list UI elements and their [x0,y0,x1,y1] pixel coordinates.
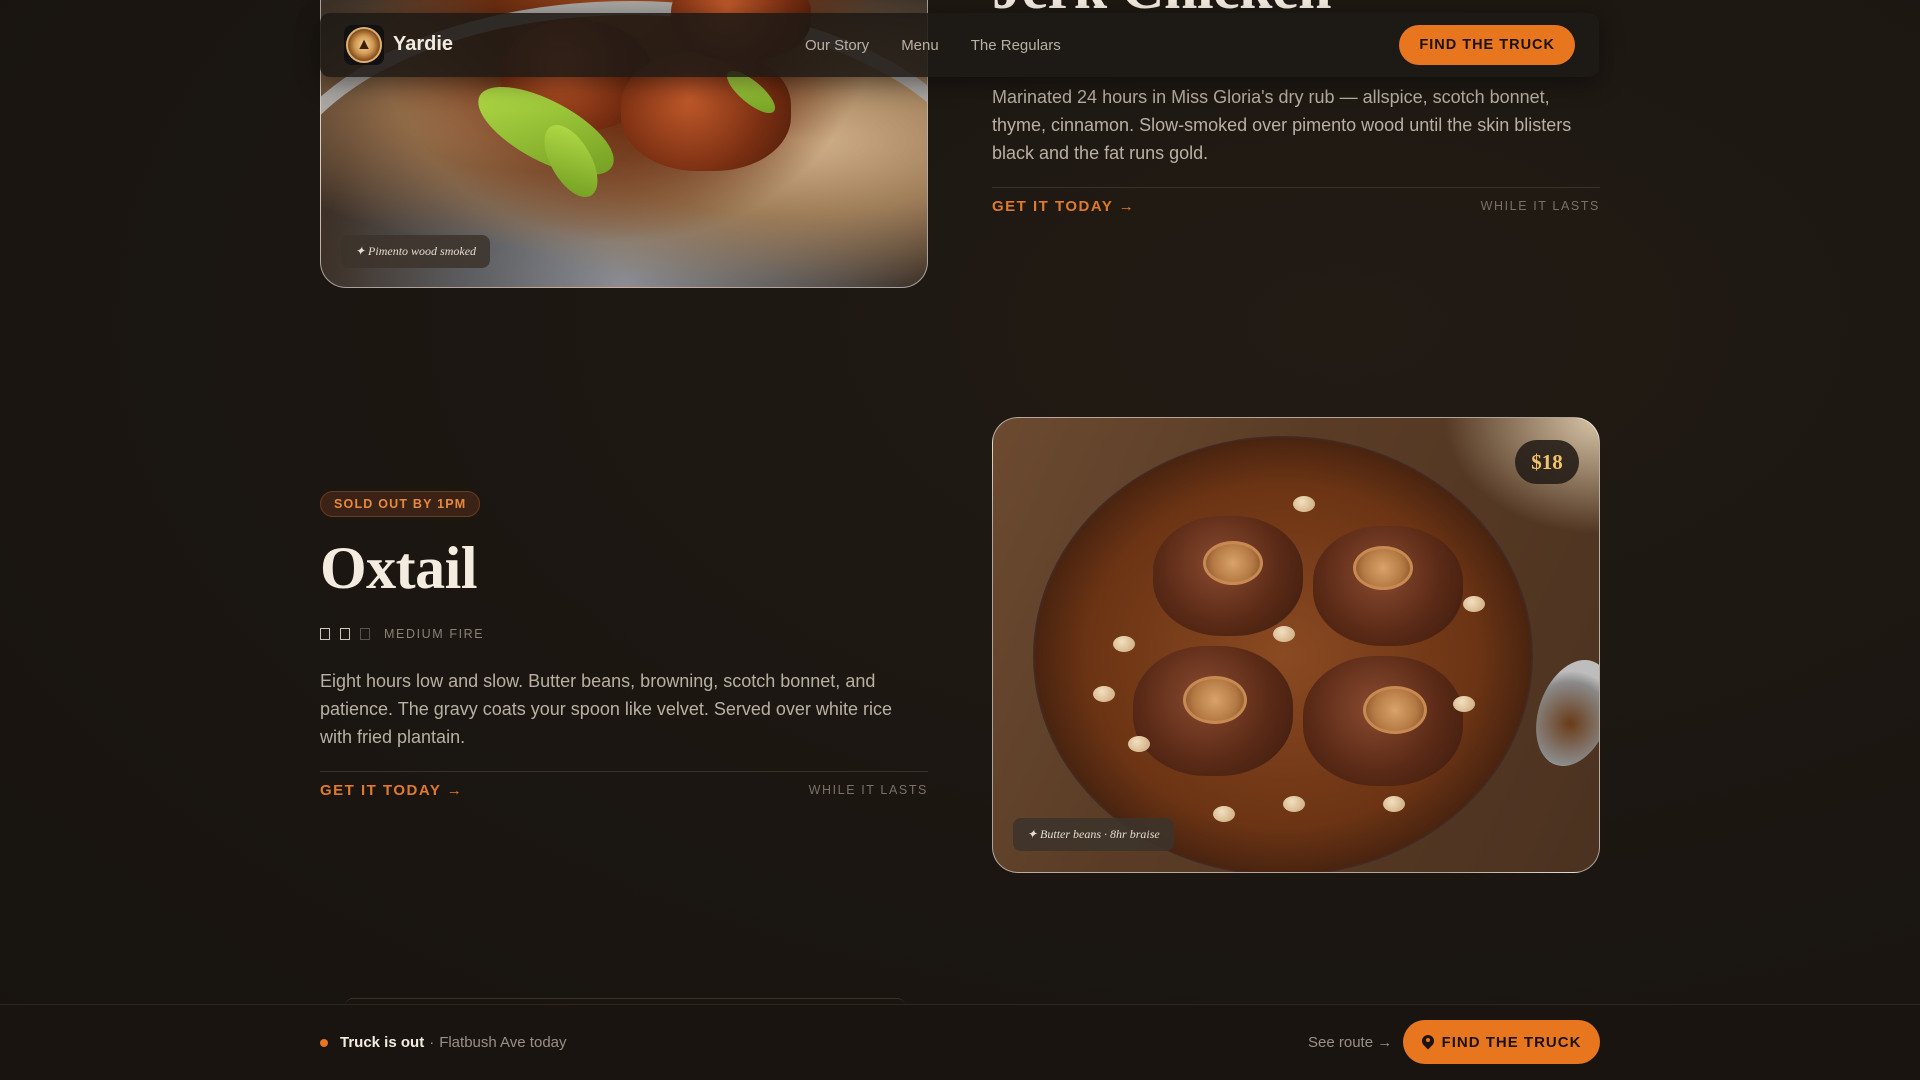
get-it-today-link[interactable]: GET IT TODAY → [320,782,463,799]
find-the-truck-button[interactable]: FIND THE TRUCK [1403,1020,1600,1064]
spoon [1522,649,1599,777]
bean [1283,796,1305,812]
dish-title: Oxtail [320,535,478,601]
bean [1213,806,1235,822]
page: ✦ Pimento wood smoked Jerk Chicken Marin… [0,0,1920,1080]
site-header: ▲ Yardie Our Story Menu The Regulars FIN… [320,13,1599,77]
cta-row: GET IT TODAY → WHILE IT LASTS [992,187,1600,217]
marrow-bone [1203,541,1263,585]
see-route-link[interactable]: See route → [1308,1034,1392,1051]
dish-description: Eight hours low and slow. Butter beans, … [320,671,892,747]
photo-tag: ✦ Pimento wood smoked [341,235,491,268]
main-nav: Our Story Menu The Regulars [805,37,1061,54]
nav-menu[interactable]: Menu [901,37,939,54]
bean [1113,636,1135,652]
heat-level-icon [360,628,370,640]
marrow-bone [1183,676,1247,724]
nav-our-story[interactable]: Our Story [805,37,869,54]
bean [1293,496,1315,512]
bean [1093,686,1115,702]
bean [1463,596,1485,612]
oxtail-photo: $18 ✦ Butter beans · 8hr braise [992,417,1600,873]
cta-row: GET IT TODAY → WHILE IT LASTS [320,771,928,801]
nav-the-regulars[interactable]: The Regulars [971,37,1061,54]
find-the-truck-button[interactable]: FIND THE TRUCK [1399,25,1575,65]
price-badge: $18 [1515,440,1579,484]
truck-status-label: Truck is out [340,1034,425,1051]
dish-description: Marinated 24 hours in Miss Gloria's dry … [992,87,1572,163]
brand-name[interactable]: Yardie [393,33,453,56]
oxtail-bowl [1033,436,1533,872]
availability-label: WHILE IT LASTS [1480,199,1600,213]
truck-location: Flatbush Ave today [439,1034,567,1051]
bean [1273,626,1295,642]
bean [1383,796,1405,812]
map-pin-icon [1422,1035,1434,1049]
bean [1128,736,1150,752]
photo-tag: ✦ Butter beans · 8hr braise [1013,818,1174,851]
status-separator: · [429,1034,435,1051]
truck-status: Truck is out · Flatbush Ave today [320,1034,567,1051]
heat-meter: MEDIUM FIRE [320,627,484,641]
sold-out-badge: SOLD OUT BY 1PM [320,491,481,517]
availability-label: WHILE IT LASTS [808,783,928,797]
heat-label: MEDIUM FIRE [384,627,485,641]
heat-level-icon [320,628,330,640]
find-the-truck-label: FIND THE TRUCK [1441,1033,1582,1051]
marrow-bone [1363,686,1427,734]
yardie-logo[interactable]: ▲ [344,25,384,65]
live-status-dot-icon [320,1038,328,1047]
get-it-today-link[interactable]: GET IT TODAY → [992,198,1135,215]
sticky-bottom-bar [0,1004,1920,1080]
logo-emblem-icon: ▲ [346,27,382,63]
bean [1453,696,1475,712]
heat-level-icon [340,628,350,640]
marrow-bone [1353,546,1413,590]
